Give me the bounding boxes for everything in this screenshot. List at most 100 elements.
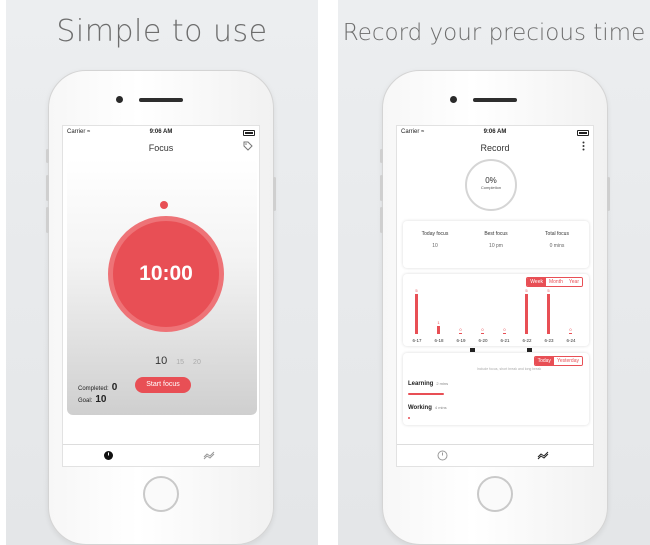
focus-stats-card: Today focus 10 Best focus 10 pm Total fo… <box>403 221 589 268</box>
timer-icon[interactable] <box>437 450 448 464</box>
volume-down-button <box>46 207 49 233</box>
range-option-month[interactable]: Month <box>545 278 566 286</box>
power-button <box>607 177 610 211</box>
chart-bar <box>569 332 572 334</box>
completed-value: 0 <box>111 382 118 393</box>
nav-title: Record <box>480 143 510 153</box>
range-segmented-control[interactable]: Week Month Year <box>526 277 583 287</box>
x-tick-label: 6-19 <box>456 338 466 343</box>
category-bar-learning <box>408 393 444 395</box>
volume-down-button <box>380 207 383 233</box>
category-bar-working <box>408 417 410 419</box>
x-tick-label: 6-17 <box>412 338 422 343</box>
stat-label: Total focus <box>545 231 569 237</box>
range-option-week[interactable]: Week <box>527 278 546 286</box>
day-segmented-control[interactable]: Today Yesterday <box>533 356 583 366</box>
headline: Simple to use <box>56 14 268 49</box>
volume-up-button <box>380 175 383 201</box>
chart-bar <box>481 332 484 334</box>
chart-bar <box>547 294 550 334</box>
timer-circle[interactable]: 10:00 <box>108 216 224 332</box>
home-button[interactable] <box>143 476 179 512</box>
front-camera <box>450 96 457 103</box>
bar-value-label: 0 <box>569 326 572 332</box>
completion-gauge: 0% Completion <box>465 159 517 211</box>
category-minutes: 2 mins <box>436 381 449 386</box>
start-focus-button[interactable]: Start focus <box>135 377 191 393</box>
scroll-indicator <box>527 348 532 352</box>
status-time: 9:06 AM <box>483 129 507 135</box>
stat-today-focus: Today focus 10 <box>405 231 465 249</box>
mute-switch <box>46 149 49 163</box>
bar-value-label: 5 <box>415 288 418 293</box>
battery-icon <box>243 130 255 136</box>
goal-label: Goal: <box>78 398 93 404</box>
bar-value-label: 0 <box>459 326 462 332</box>
category-list-card: Today Yesterday Include focus, short bre… <box>403 353 589 425</box>
x-tick-label: 6-21 <box>500 338 510 343</box>
home-button[interactable] <box>477 476 513 512</box>
phone-frame: Carrier ≈ 9:06 AM Focus 10:00 10 15 20 2… <box>46 70 276 545</box>
battery-icon <box>577 130 589 136</box>
earpiece-speaker <box>139 98 183 102</box>
range-option-year[interactable]: Year <box>565 278 582 286</box>
status-bar: Carrier ≈ 9:06 AM <box>63 129 259 139</box>
app-screen: Carrier ≈ 9:06 AM Focus 10:00 10 15 20 2… <box>62 125 260 467</box>
power-button <box>273 177 276 211</box>
volume-up-button <box>46 175 49 201</box>
more-icon[interactable] <box>582 141 585 154</box>
headline: Record your precious time <box>342 20 646 46</box>
session-dot <box>160 201 168 209</box>
duration-option[interactable]: 10 <box>155 355 167 367</box>
stat-label: Today focus <box>421 231 449 237</box>
timer-display: 10:00 <box>139 262 193 285</box>
duration-option[interactable]: 15 <box>176 359 184 366</box>
goal-stat: Goal: 10 <box>78 394 106 405</box>
duration-option[interactable]: 20 <box>193 359 201 366</box>
scroll-indicator <box>470 348 475 352</box>
x-tick-label: 6-24 <box>566 338 576 343</box>
bar-value-label: 0 <box>481 326 484 332</box>
category-minutes: 4 mins <box>434 405 447 410</box>
status-bar: Carrier ≈ 9:06 AM <box>397 129 593 139</box>
stat-value: 10 pm <box>489 243 503 249</box>
chart-icon[interactable] <box>537 450 549 463</box>
x-tick-label: 6-20 <box>478 338 488 343</box>
chart-icon[interactable] <box>203 450 215 463</box>
bar-value-label: 5 <box>525 288 528 293</box>
tab-bar <box>397 444 593 466</box>
stat-best-focus: Best focus 10 pm <box>466 231 526 249</box>
app-screen: Carrier ≈ 9:06 AM Record 0% Completion T… <box>396 125 594 467</box>
nav-title: Focus <box>148 143 174 153</box>
x-tick-label: 6-22 <box>522 338 532 343</box>
day-option-today[interactable]: Today <box>534 357 554 365</box>
tab-bar <box>63 444 259 466</box>
duration-picker[interactable]: 10 15 20 25 <box>155 355 218 367</box>
category-name: Learning <box>408 381 434 387</box>
chart-bar <box>503 332 506 334</box>
category-name: Working <box>408 405 432 411</box>
completion-value: 0% <box>485 176 497 185</box>
timer-icon[interactable] <box>103 450 114 464</box>
front-camera <box>116 96 123 103</box>
x-tick-label: 6-23 <box>544 338 554 343</box>
category-working[interactable]: Working 4 mins <box>408 405 447 411</box>
status-time: 9:06 AM <box>149 129 173 135</box>
phone-frame: Carrier ≈ 9:06 AM Record 0% Completion T… <box>380 70 610 545</box>
promo-panel-focus: Simple to use Carrier ≈ 9:06 AM Focus 10… <box>6 0 318 545</box>
stat-value: 10 <box>432 243 438 249</box>
stat-label: Best focus <box>484 231 508 237</box>
completed-label: Completed: <box>78 386 109 392</box>
duration-option[interactable]: 25 <box>210 359 218 366</box>
bar-value-label: 0 <box>503 326 506 332</box>
chart-bar <box>525 294 528 334</box>
category-learning[interactable]: Learning 2 mins <box>408 381 448 387</box>
mute-switch <box>380 149 383 163</box>
day-option-yesterday[interactable]: Yesterday <box>553 357 582 365</box>
bar-value-label: 5 <box>547 288 550 293</box>
chart-bar <box>459 332 462 334</box>
completed-stat: Completed: 0 <box>78 382 117 393</box>
chart-bar <box>415 294 418 334</box>
stat-total-focus: Total focus 0 mins <box>527 231 587 249</box>
tag-icon[interactable] <box>243 141 253 154</box>
